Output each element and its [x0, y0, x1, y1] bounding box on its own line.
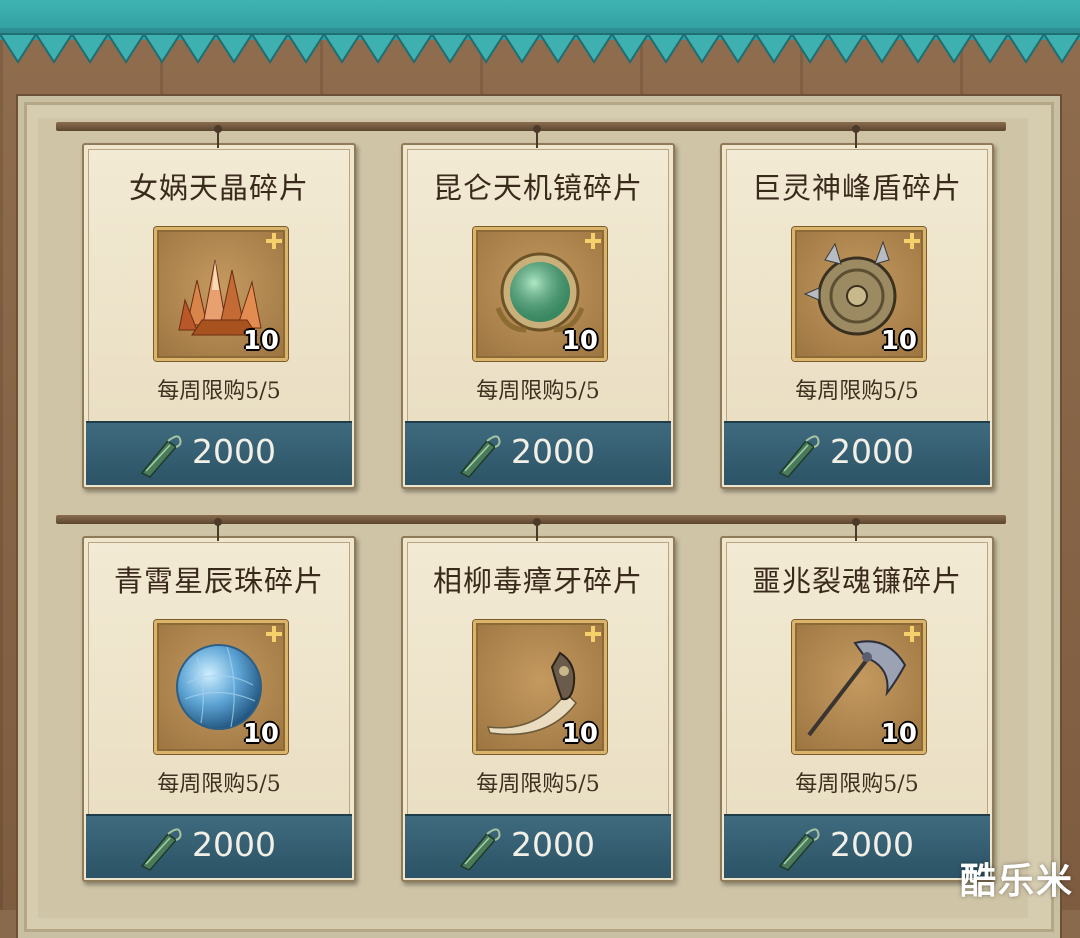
corner-tag-icon [585, 233, 601, 249]
item-count: 10 [242, 326, 279, 356]
item-icon-frame[interactable]: 10 [473, 620, 607, 754]
shop-item-card[interactable]: 巨灵神峰盾碎片 10 每周限购5/5 2000 [720, 125, 994, 489]
watermark-logo: 酷乐米 [959, 861, 1074, 902]
jade-token-icon [778, 828, 820, 871]
weekly-limit: 每周限购5/5 [795, 379, 919, 404]
weekly-limit: 每周限购5/5 [476, 379, 600, 404]
jade-token-icon [459, 435, 501, 478]
item-name: 相柳毒瘴牙碎片 [432, 564, 643, 598]
buy-button[interactable]: 2000 [86, 421, 352, 485]
item-icon-frame[interactable]: 10 [154, 620, 288, 754]
buy-button[interactable]: 2000 [405, 421, 671, 485]
buy-button[interactable]: 2000 [86, 814, 352, 878]
weekly-limit: 每周限购5/5 [157, 379, 281, 404]
buy-button[interactable]: 2000 [724, 421, 990, 485]
shop-item-card[interactable]: 噩兆裂魂镰碎片 10 每周限购5/5 2000 [720, 518, 994, 882]
item-price: 2000 [511, 432, 595, 471]
hook-icon [849, 518, 863, 542]
item-name: 巨灵神峰盾碎片 [751, 171, 962, 205]
hook-icon [530, 518, 544, 542]
item-count: 10 [561, 719, 598, 749]
hook-icon [530, 125, 544, 149]
item-name: 昆仑天机镜碎片 [432, 171, 643, 205]
item-count: 10 [880, 719, 917, 749]
corner-tag-icon [585, 626, 601, 642]
shop-item-card[interactable]: 相柳毒瘴牙碎片 10 每周限购5/5 2000 [401, 518, 675, 882]
shop-item-card[interactable]: 昆仑天机镜碎片 10 每周限购5/5 2000 [401, 125, 675, 489]
item-icon-frame[interactable]: 10 [792, 620, 926, 754]
item-price: 2000 [192, 432, 276, 471]
item-count: 10 [880, 326, 917, 356]
corner-tag-icon [266, 233, 282, 249]
hook-icon [211, 518, 225, 542]
item-icon-frame[interactable]: 10 [154, 227, 288, 361]
corner-tag-icon [266, 626, 282, 642]
item-name: 噩兆裂魂镰碎片 [751, 564, 962, 598]
item-price: 2000 [192, 825, 276, 864]
shop-item-card[interactable]: 青霄星辰珠碎片 10 每周限购5/5 2000 [82, 518, 356, 882]
hook-icon [211, 125, 225, 149]
item-name: 女娲天晶碎片 [128, 171, 309, 205]
shop-item-card[interactable]: 女娲天晶碎片 10 每周限购5/5 2000 [82, 125, 356, 489]
corner-tag-icon [904, 626, 920, 642]
weekly-limit: 每周限购5/5 [476, 772, 600, 797]
item-count: 10 [242, 719, 279, 749]
jade-token-icon [140, 435, 182, 478]
item-icon-frame[interactable]: 10 [473, 227, 607, 361]
buy-button[interactable]: 2000 [724, 814, 990, 878]
item-price: 2000 [511, 825, 595, 864]
corner-tag-icon [904, 233, 920, 249]
buy-button[interactable]: 2000 [405, 814, 671, 878]
weekly-limit: 每周限购5/5 [795, 772, 919, 797]
jade-token-icon [459, 828, 501, 871]
jade-token-icon [778, 435, 820, 478]
item-price: 2000 [830, 825, 914, 864]
item-name: 青霄星辰珠碎片 [113, 564, 324, 598]
item-count: 10 [561, 326, 598, 356]
hook-icon [849, 125, 863, 149]
item-price: 2000 [830, 432, 914, 471]
bunting-decoration [0, 28, 1080, 64]
item-icon-frame[interactable]: 10 [792, 227, 926, 361]
jade-token-icon [140, 828, 182, 871]
weekly-limit: 每周限购5/5 [157, 772, 281, 797]
